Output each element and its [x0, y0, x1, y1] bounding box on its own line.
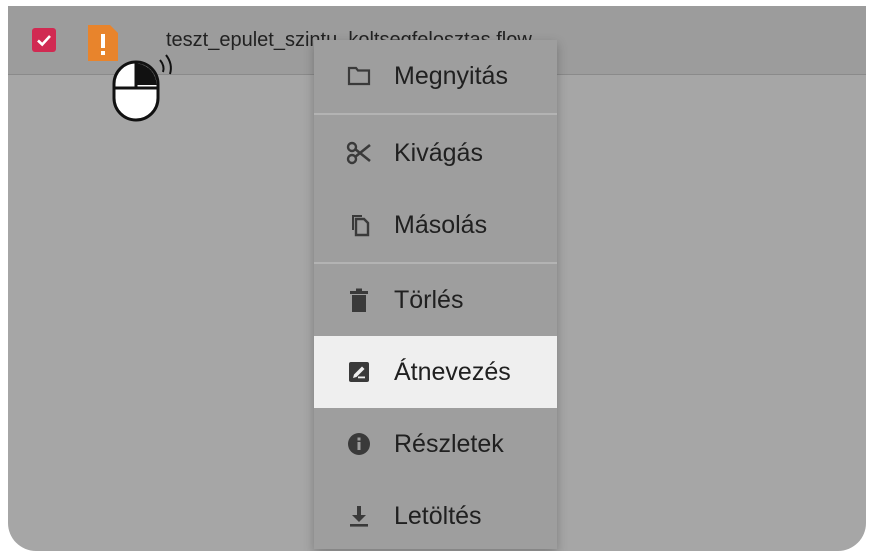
menu-item-details[interactable]: Részletek: [314, 408, 557, 480]
menu-item-rename[interactable]: Átnevezés: [314, 336, 557, 408]
checkmark-icon: [37, 35, 51, 47]
menu-item-label: Megnyitás: [394, 61, 508, 90]
menu-item-label: Átnevezés: [394, 357, 511, 386]
menu-item-download[interactable]: Letöltés: [314, 480, 557, 551]
menu-item-label: Letöltés: [394, 501, 482, 530]
info-icon: [346, 431, 372, 457]
right-click-mouse-icon: [110, 50, 180, 124]
menu-item-cut[interactable]: Kivágás: [314, 117, 557, 189]
menu-item-copy[interactable]: Másolás: [314, 189, 557, 261]
scissors-icon: [346, 140, 372, 166]
context-menu: Megnyitás Kivágás Másolás Törlés Átnevez…: [314, 40, 557, 549]
trash-icon: [346, 287, 372, 313]
file-checkbox[interactable]: [32, 28, 56, 52]
copy-icon: [346, 212, 372, 238]
menu-item-label: Törlés: [394, 285, 464, 314]
menu-item-open[interactable]: Megnyitás: [314, 40, 557, 112]
menu-item-label: Másolás: [394, 210, 488, 239]
rename-icon: [346, 359, 372, 385]
menu-item-label: Kivágás: [394, 138, 483, 167]
folder-icon: [346, 63, 372, 89]
menu-divider: [314, 113, 557, 115]
file-browser-panel: teszt_epulet_szintu_koltsegfelosztas.flo…: [8, 6, 866, 551]
menu-item-label: Részletek: [394, 429, 504, 458]
download-icon: [346, 503, 372, 529]
menu-item-delete[interactable]: Törlés: [314, 264, 557, 336]
